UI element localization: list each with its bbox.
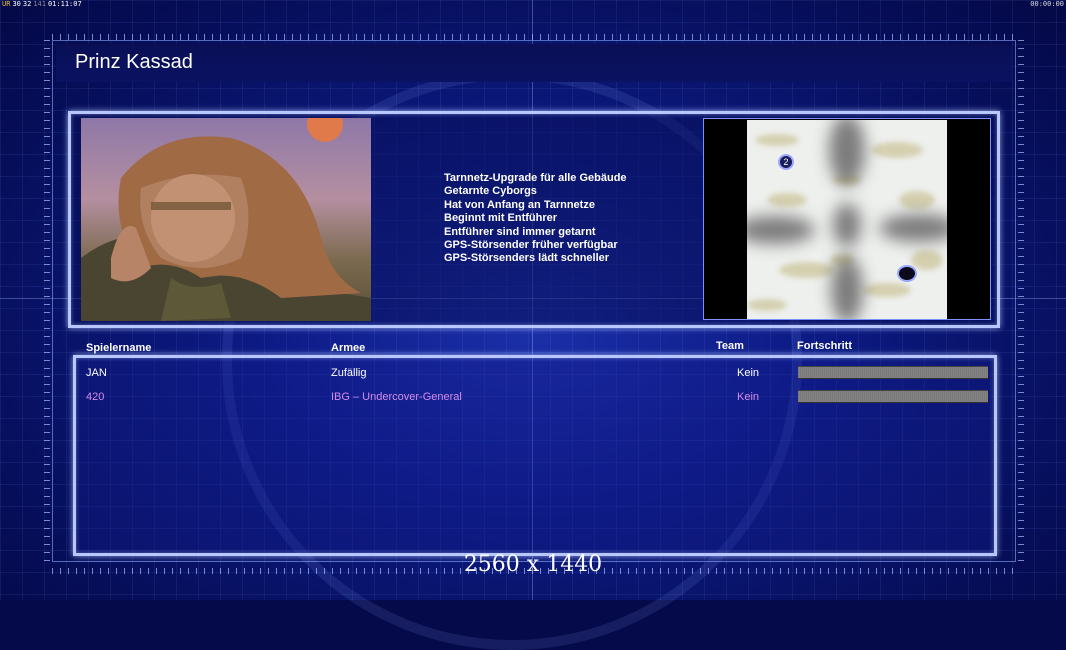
start-position-marker[interactable]: 2 xyxy=(778,154,794,170)
player-name: 420 xyxy=(86,391,105,403)
ruler-right xyxy=(1018,40,1024,562)
column-header-player: Spielername xyxy=(86,342,152,354)
perk-item: GPS-Störsenders lädt schneller xyxy=(444,252,610,265)
perk-item: Tarnnetz-Upgrade für alle Gebäude xyxy=(444,172,627,184)
minimap[interactable]: 2 xyxy=(747,120,947,319)
player-team[interactable]: Kein xyxy=(737,367,759,379)
player-progress-bar xyxy=(798,366,988,379)
hud-stat: 32 xyxy=(22,0,32,8)
player-name: JAN xyxy=(86,367,107,379)
ruler-left xyxy=(44,40,50,562)
column-header-progress: Fortschritt xyxy=(797,340,852,352)
resolution-label: 2560 x 1440 xyxy=(463,552,603,577)
hud-clock: 01:11:07 xyxy=(47,0,82,8)
perk-item: Hat von Anfang an Tarnnetze xyxy=(444,198,595,211)
general-perks-list: Tarnnetz-Upgrade für alle Gebäude Getarn… xyxy=(444,172,627,266)
minimap-terrain xyxy=(747,120,947,319)
player-progress-bar xyxy=(798,390,988,403)
hud-stat: UR xyxy=(2,0,11,8)
title-bar xyxy=(56,44,1012,82)
page-title: Prinz Kassad xyxy=(75,51,193,73)
perk-item: Getarnte Cyborgs xyxy=(444,185,537,198)
hud-timer: 00:00:00 xyxy=(1030,0,1064,8)
portrait-image xyxy=(81,118,371,321)
perk-item: Entführer sind immer getarnt xyxy=(444,225,596,238)
column-header-team: Team xyxy=(716,340,744,352)
column-header-army: Armee xyxy=(331,342,366,354)
hud-stat: 141 xyxy=(33,0,46,8)
perk-item: GPS-Störsender früher verfügbar xyxy=(444,239,618,252)
player-army[interactable]: IBG – Undercover-General xyxy=(331,391,462,403)
start-position-marker[interactable] xyxy=(897,265,917,282)
players-list xyxy=(73,355,997,556)
general-portrait xyxy=(81,118,371,321)
player-army[interactable]: Zufällig xyxy=(331,367,366,379)
player-team[interactable]: Kein xyxy=(737,391,759,403)
perk-item: Beginnt mit Entführer xyxy=(444,212,558,225)
hud-stat: 30 xyxy=(12,0,21,8)
hud-stats: UR 30 32 141 01:11:07 xyxy=(2,0,84,8)
